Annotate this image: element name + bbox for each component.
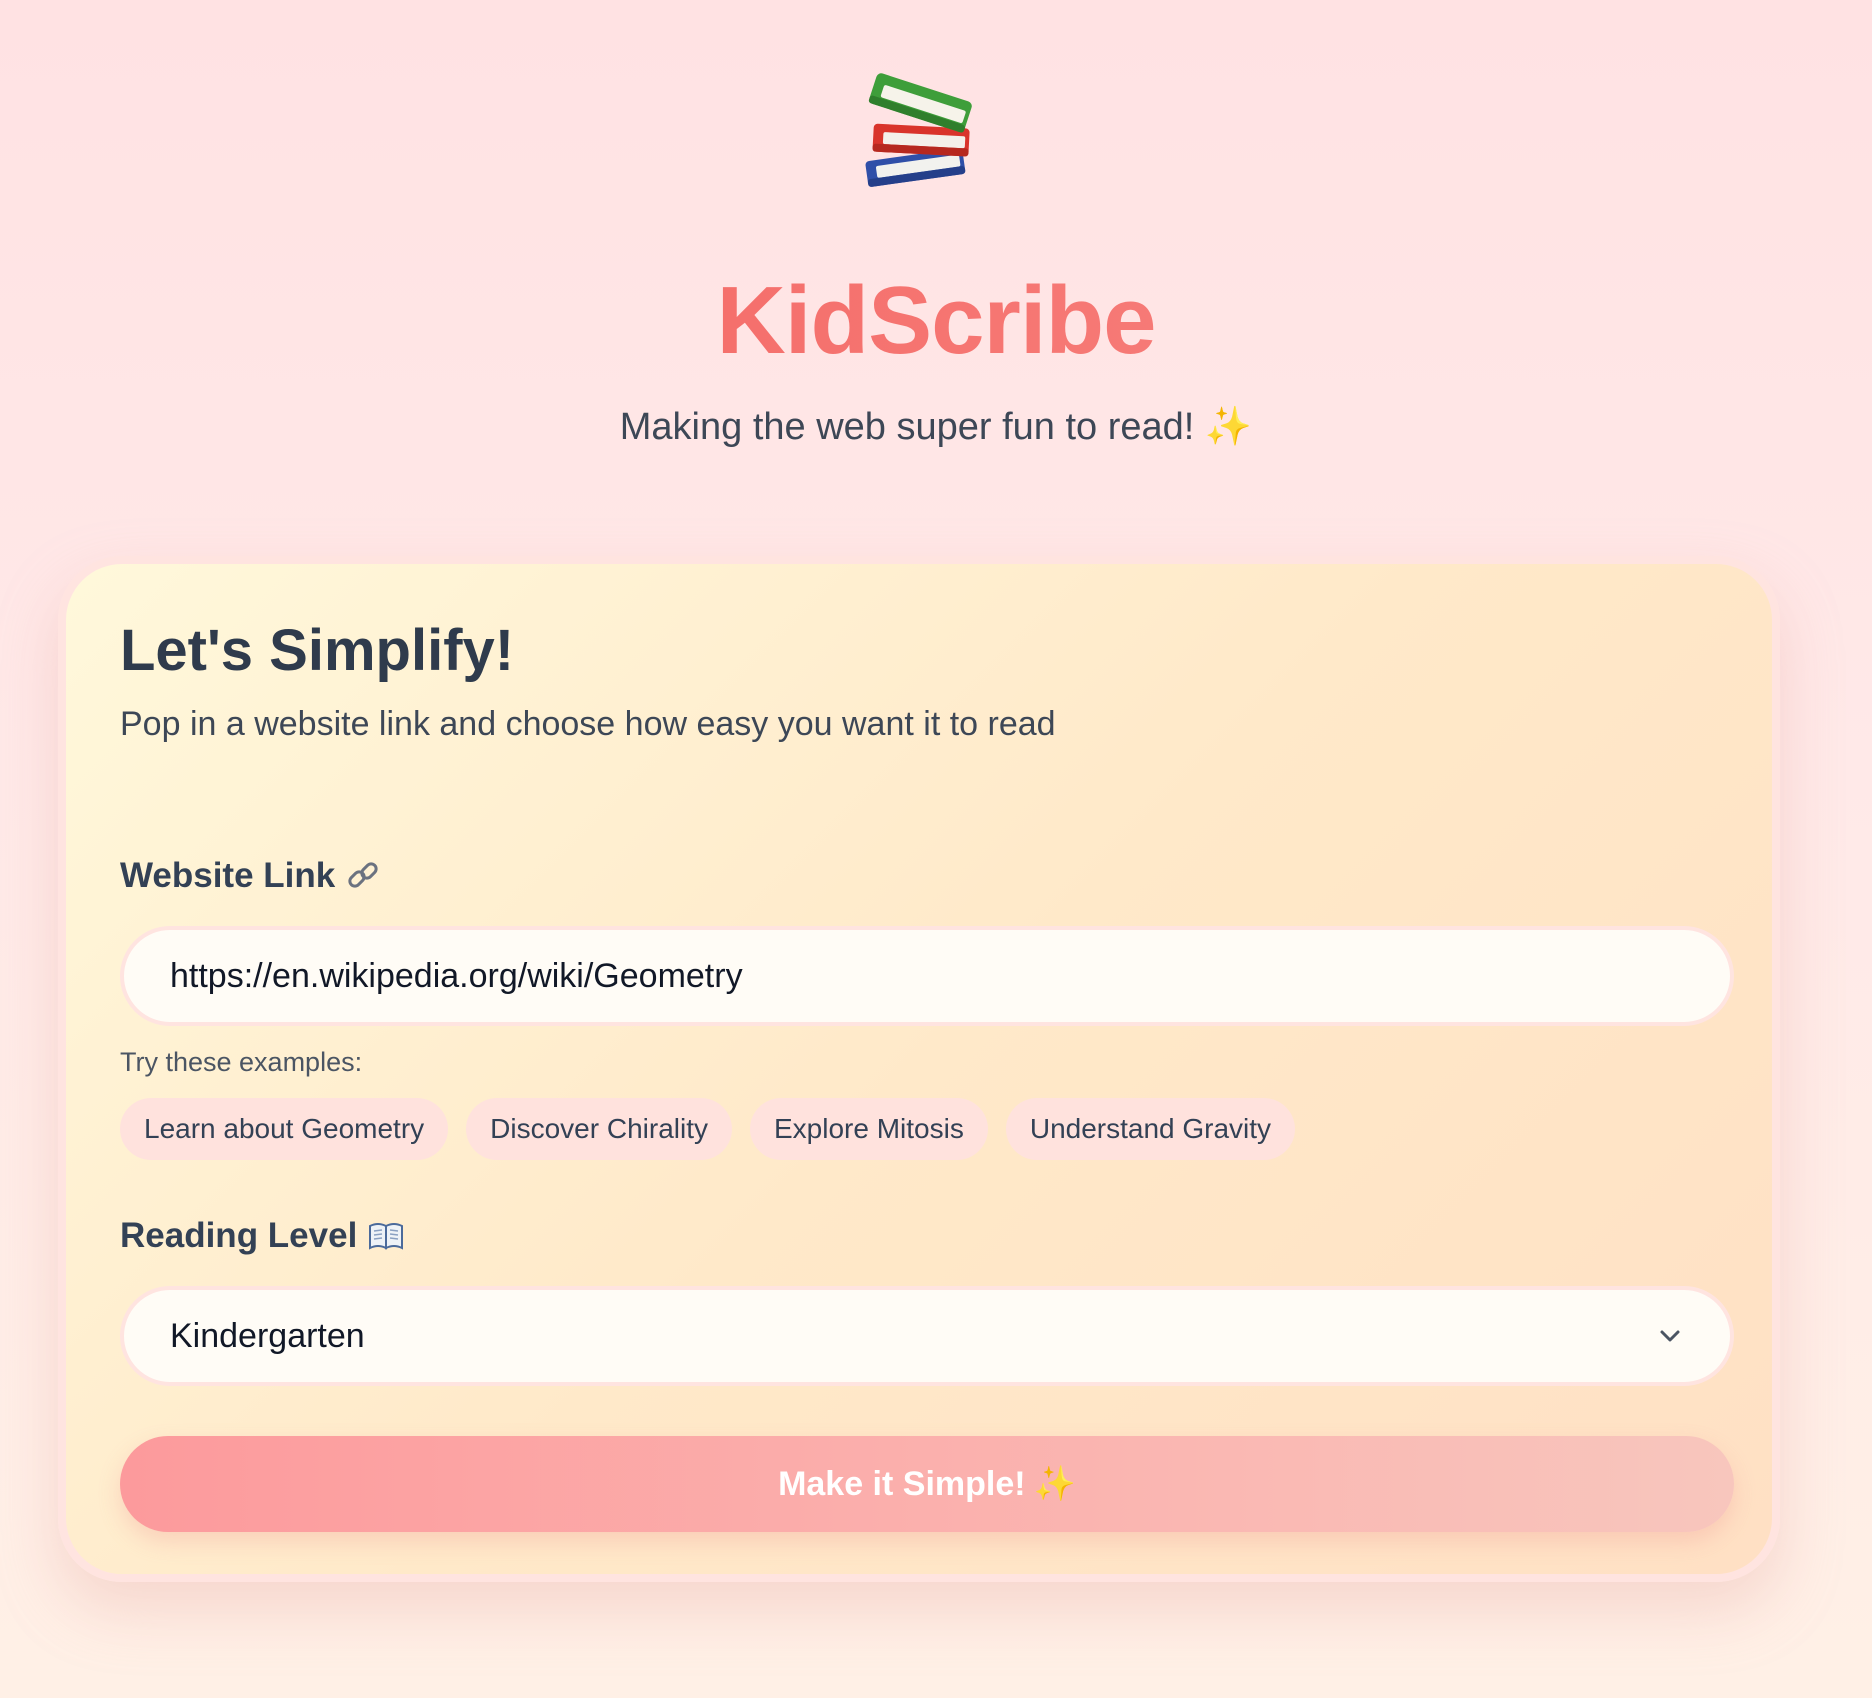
link-icon [348,862,378,888]
card-title: Let's Simplify! [120,618,515,683]
website-link-input[interactable] [120,926,1734,1026]
chevron-down-icon [1660,1330,1680,1342]
example-chip-chirality[interactable]: Discover Chirality [466,1098,732,1160]
reading-level-selected: Kindergarten [170,1316,365,1355]
examples-label: Try these examples: [120,1047,363,1077]
open-book-icon [369,1223,404,1250]
example-chip-gravity[interactable]: Understand Gravity [1005,1098,1296,1160]
example-chip-mitosis[interactable]: Explore Mitosis [750,1098,988,1160]
sparkles-icon: ✨ [1033,1465,1076,1503]
reading-level-label-text: Reading Level [120,1216,358,1255]
reading-level-label: Reading Level [120,1214,405,1258]
reading-level-select[interactable]: Kindergarten [120,1286,1734,1386]
simplify-card: Let's Simplify! Pop in a website link an… [58,556,1780,1582]
card-subtitle: Pop in a website link and choose how eas… [120,705,1056,743]
app-title: KidScribe [0,266,1872,376]
example-chips: Learn about Geometry Discover Chirality … [120,1098,1296,1160]
website-link-label: Website Link [120,854,381,898]
make-it-simple-button[interactable]: Make it Simple! ✨ [120,1436,1734,1532]
example-chip-geometry[interactable]: Learn about Geometry [120,1098,449,1160]
website-link-label-text: Website Link [120,856,336,895]
books-stack-icon [865,73,972,187]
app-subtitle: Making the web super fun to read! ✨ [0,404,1872,450]
make-it-simple-label: Make it Simple! [778,1464,1026,1503]
app-subtitle-text: Making the web super fun to read! [619,406,1195,448]
sparkles-icon: ✨ [1204,406,1253,448]
